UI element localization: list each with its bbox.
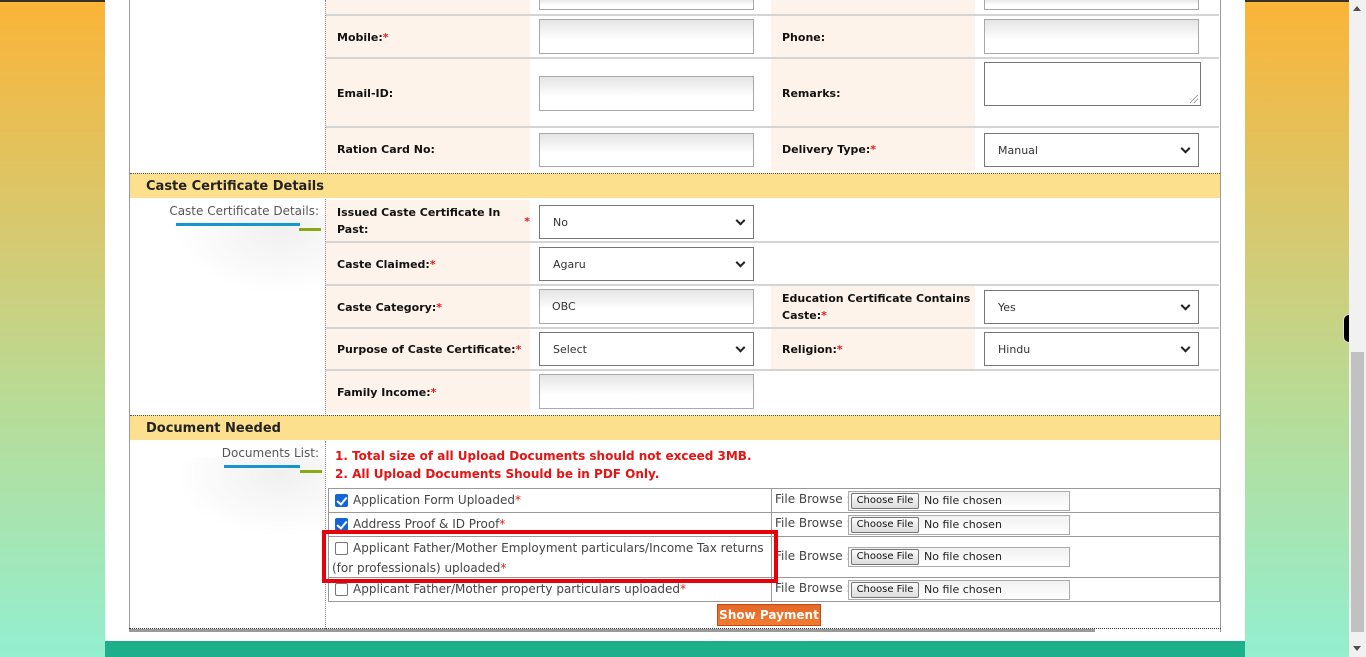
file-input[interactable]: Choose File No file chosen — [848, 580, 1070, 600]
label-cell-top-right — [771, 0, 975, 14]
chevron-down-icon — [735, 342, 746, 353]
decorative-shadow — [175, 215, 325, 295]
religion-select[interactable]: Hindu — [984, 332, 1199, 366]
purpose-label: Purpose of Caste Certificate: * — [326, 329, 530, 370]
caste-claimed-select[interactable]: Agaru — [539, 247, 754, 281]
document-checkbox[interactable] — [335, 583, 348, 596]
documents-side-label: Documents List: — [221, 446, 319, 460]
input-top-cut[interactable] — [539, 0, 754, 10]
delivery-type-label: Delivery Type: * — [771, 128, 975, 171]
email-input[interactable] — [539, 76, 754, 111]
file-input[interactable]: Choose File No file chosen — [848, 515, 1070, 535]
chevron-down-icon — [1180, 342, 1191, 353]
family-income-label: Family Income: * — [326, 371, 530, 413]
choose-file-button[interactable]: Choose File — [851, 517, 919, 533]
note-pdf-only: 2. All Upload Documents Should be in PDF… — [335, 467, 660, 481]
scroll-up-arrow-icon[interactable] — [1353, 6, 1361, 11]
issued-past-select[interactable]: No — [539, 205, 754, 239]
issued-past-label: Issued Caste Certificate In Past: * — [326, 200, 530, 242]
frame-bottom-shadow — [129, 629, 1095, 632]
chevron-down-icon — [1180, 143, 1191, 154]
show-payment-button[interactable]: Show Payment — [717, 604, 821, 626]
choose-file-button[interactable]: Choose File — [851, 493, 919, 509]
phone-input[interactable] — [984, 19, 1199, 54]
religion-label: Religion: * — [771, 329, 975, 370]
underline-accent-blue — [224, 465, 300, 468]
chevron-down-icon — [735, 215, 746, 226]
label-cell-top — [326, 0, 530, 14]
highlight-annotation-box — [322, 530, 778, 583]
section-header-documents: Document Needed — [130, 415, 1220, 440]
remarks-label: Remarks: — [771, 59, 975, 127]
file-input[interactable]: Choose File No file chosen — [848, 547, 1070, 567]
caste-category-input[interactable]: OBC — [539, 289, 754, 324]
document-row: Application Form Uploaded* File Browse :… — [329, 489, 1219, 513]
caste-claimed-label: Caste Claimed: * — [326, 243, 530, 285]
file-input[interactable]: Choose File No file chosen — [848, 491, 1070, 511]
choose-file-button[interactable]: Choose File — [851, 582, 919, 598]
education-caste-select[interactable]: Yes — [984, 290, 1199, 324]
chevron-down-icon — [735, 257, 746, 268]
upload-notes: 1. Total size of all Upload Documents sh… — [335, 447, 752, 483]
caste-side-label: Caste Certificate Details: — [169, 204, 319, 218]
chevron-down-icon — [1180, 300, 1191, 311]
footer-bar — [105, 641, 1245, 657]
underline-accent-blue — [176, 223, 300, 226]
caste-category-label: Caste Category: * — [326, 286, 530, 328]
scroll-down-arrow-icon[interactable] — [1353, 646, 1361, 651]
purpose-select[interactable]: Select — [539, 332, 754, 366]
remarks-textarea[interactable] — [984, 62, 1201, 106]
mobile-input[interactable] — [539, 19, 754, 54]
note-size-limit: 1. Total size of all Upload Documents sh… — [335, 449, 752, 463]
underline-accent-green — [300, 470, 322, 473]
ration-card-label: Ration Card No: — [326, 128, 530, 171]
choose-file-button[interactable]: Choose File — [851, 549, 919, 565]
family-income-input[interactable] — [539, 374, 754, 409]
mobile-label: Mobile: * — [326, 16, 530, 58]
education-caste-label: Education Certificate Contains Caste:* — [771, 286, 975, 328]
ration-card-input[interactable] — [539, 133, 754, 167]
email-label: Email-ID: — [326, 59, 530, 127]
delivery-type-select[interactable]: Manual — [984, 133, 1199, 167]
section-header-caste: Caste Certificate Details — [130, 173, 1220, 198]
scrollbar-thumb[interactable] — [1351, 352, 1364, 632]
input-top-right-cut[interactable] — [984, 0, 1199, 10]
document-checkbox[interactable] — [335, 494, 348, 507]
underline-accent-green — [299, 228, 321, 231]
phone-label: Phone: — [771, 16, 975, 58]
vertical-scrollbar[interactable] — [1349, 0, 1366, 657]
resize-grip-icon[interactable] — [1190, 95, 1198, 103]
